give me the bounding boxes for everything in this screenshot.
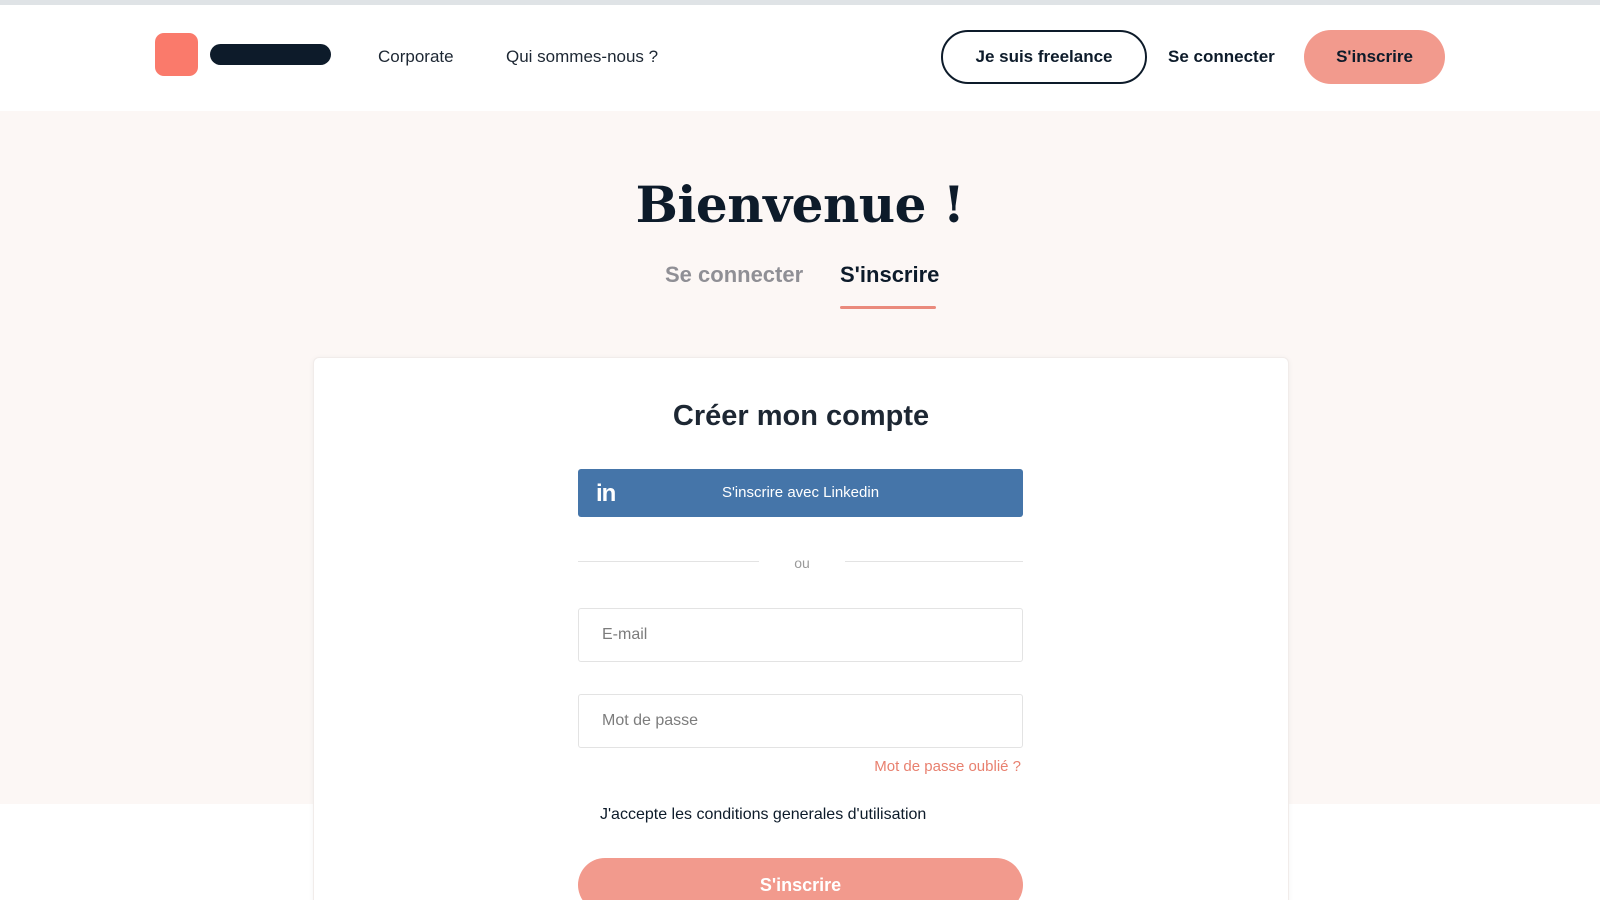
site-header: Corporate Qui sommes-nous ? Je suis free… bbox=[0, 5, 1600, 111]
terms-label[interactable]: J'accepte les conditions generales d'uti… bbox=[600, 806, 926, 824]
linkedin-signup-button[interactable]: in S'inscrire avec Linkedin bbox=[578, 469, 1023, 517]
logo-mark[interactable] bbox=[155, 33, 198, 76]
divider-line-left bbox=[578, 561, 759, 562]
divider-line-right bbox=[845, 561, 1023, 562]
tab-login[interactable]: Se connecter bbox=[665, 262, 803, 288]
tab-signup[interactable]: S'inscrire bbox=[840, 262, 939, 288]
active-tab-indicator bbox=[840, 306, 936, 309]
nav-link-about[interactable]: Qui sommes-nous ? bbox=[506, 47, 658, 67]
form-title: Créer mon compte bbox=[672, 400, 930, 432]
email-input[interactable] bbox=[578, 608, 1023, 662]
nav-link-corporate[interactable]: Corporate bbox=[378, 47, 454, 67]
submit-signup-button[interactable]: S'inscrire bbox=[578, 858, 1023, 900]
logo-wordmark-redacted[interactable] bbox=[210, 44, 331, 65]
header-signup-button[interactable]: S'inscrire bbox=[1304, 30, 1445, 84]
page-title: Bienvenue ! bbox=[635, 175, 965, 234]
linkedin-signup-label: S'inscrire avec Linkedin bbox=[721, 484, 880, 501]
header-login-link[interactable]: Se connecter bbox=[1168, 47, 1275, 67]
forgot-password-link[interactable]: Mot de passe oublié ? bbox=[800, 758, 1021, 775]
divider-text: ou bbox=[794, 555, 810, 571]
freelance-button[interactable]: Je suis freelance bbox=[941, 30, 1147, 84]
password-input[interactable] bbox=[578, 694, 1023, 748]
